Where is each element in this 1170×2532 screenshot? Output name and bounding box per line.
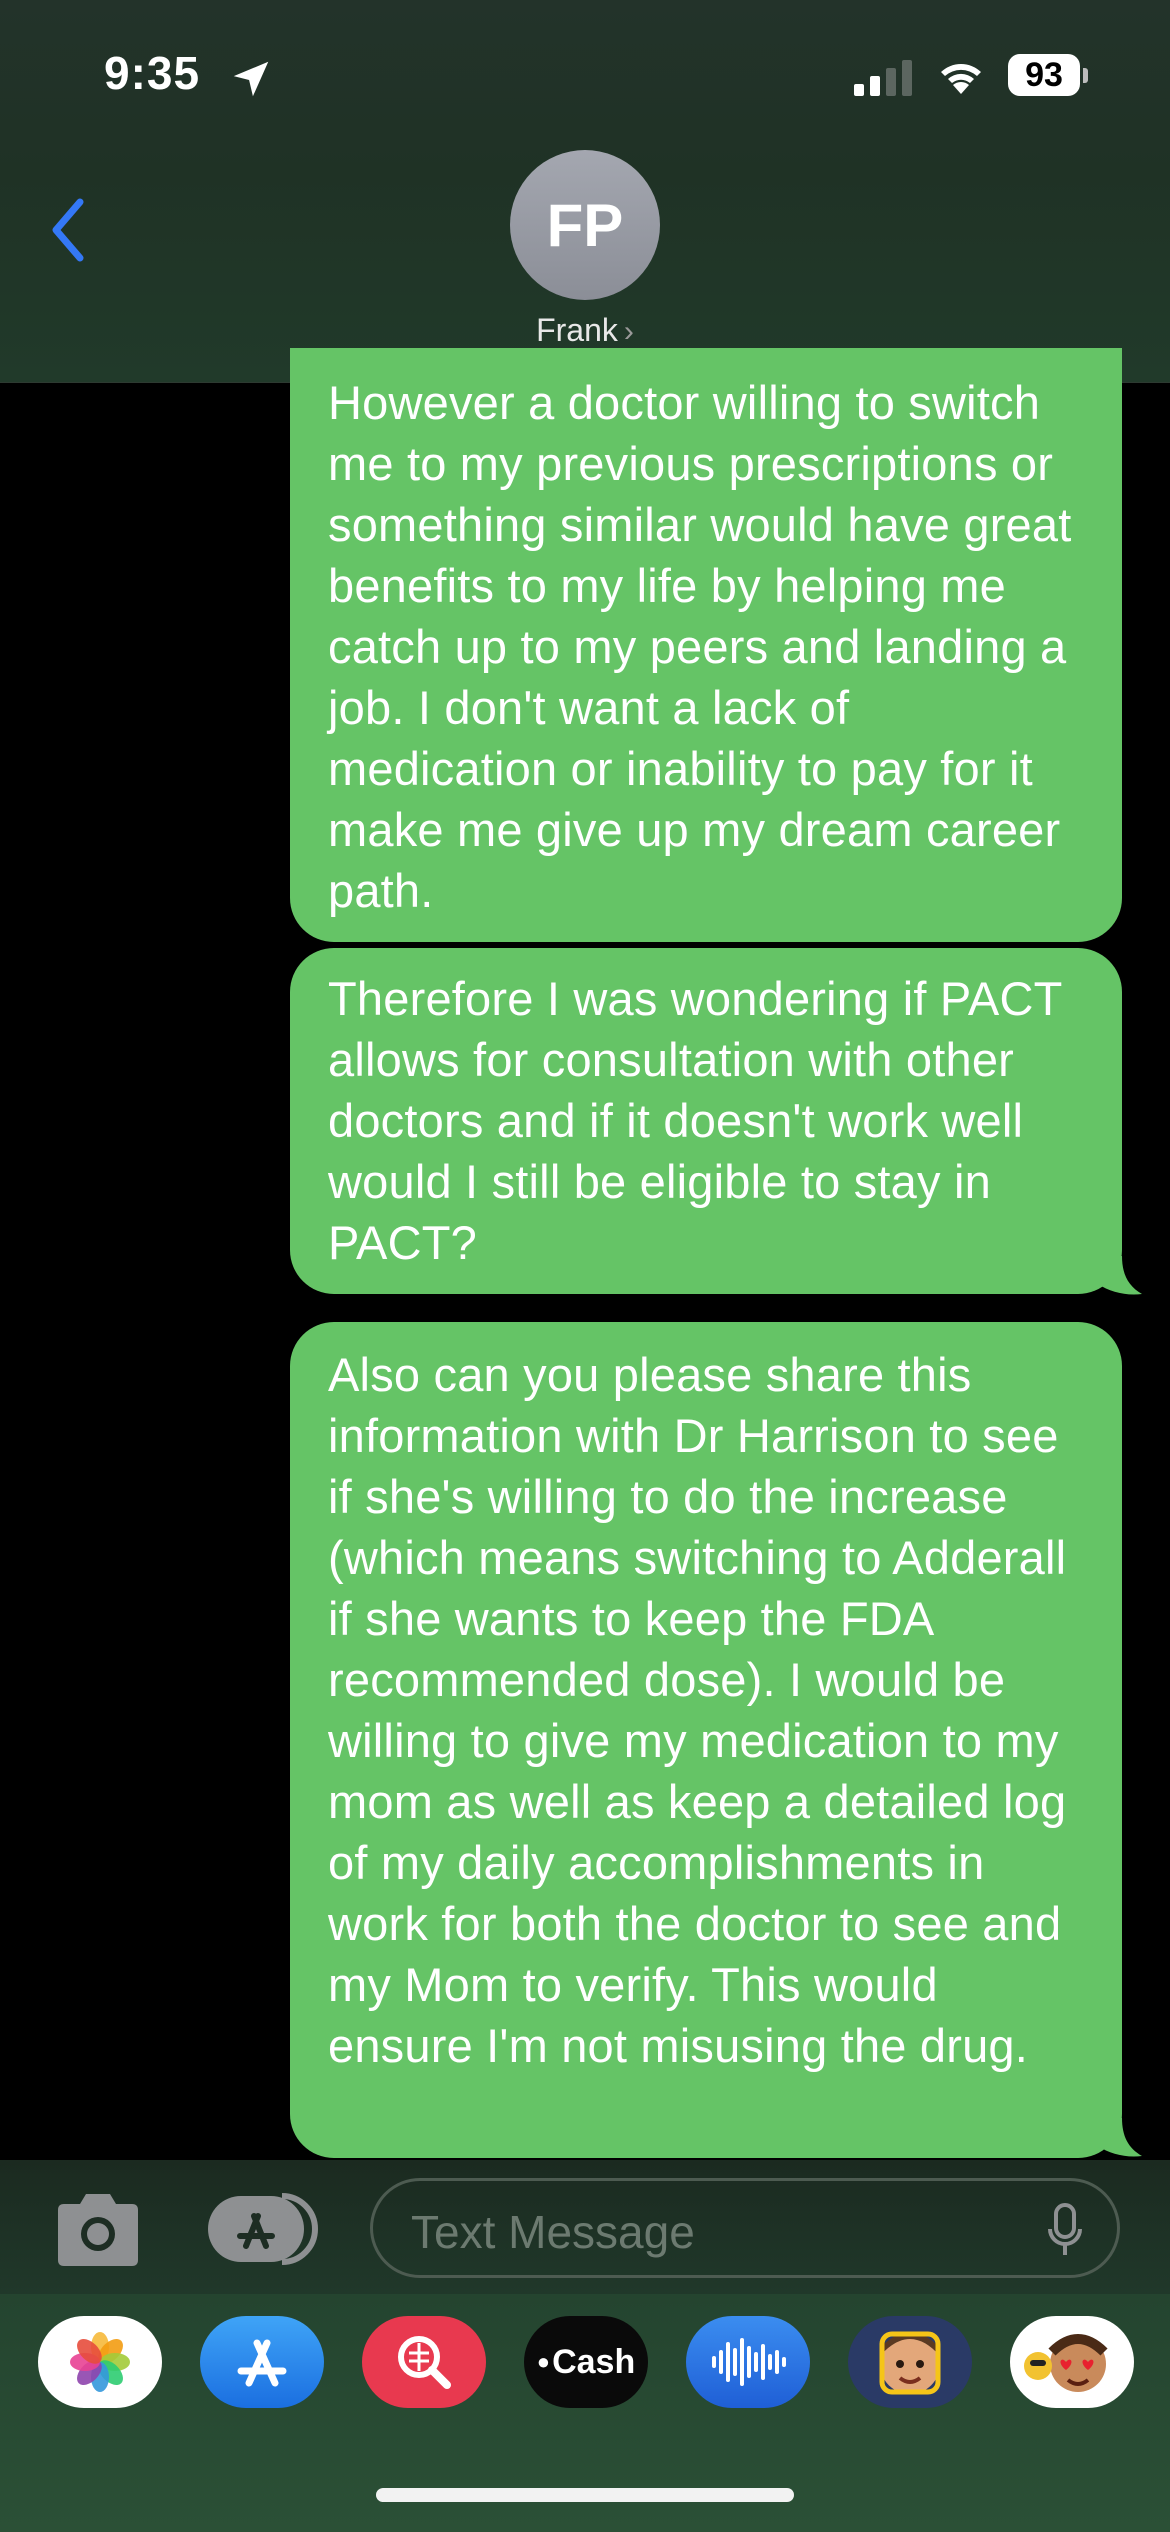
text-message-placeholder: Text Message [411, 2206, 695, 2258]
wifi-icon [941, 64, 981, 94]
contact-name: Frank [536, 312, 618, 348]
message-bubble-outgoing[interactable]: Therefore I was wondering if PACT allows… [290, 948, 1122, 1294]
image-search-icon[interactable] [362, 2316, 486, 2408]
battery-nub [1083, 68, 1088, 83]
animoji-stickers-icon[interactable] [1010, 2316, 1134, 2408]
photos-icon[interactable] [38, 2316, 162, 2408]
apple-cash-icon[interactable]: ● Cash [524, 2316, 648, 2408]
message-bubble-outgoing[interactable]: However a doctor willing to switch me to… [290, 348, 1122, 942]
bubble-tail [1098, 2118, 1142, 2157]
microphone-icon[interactable] [1047, 2203, 1083, 2259]
app-store-icon[interactable] [200, 2316, 324, 2408]
message-text: However a doctor willing to switch me to… [328, 376, 1072, 917]
camera-icon[interactable] [50, 2190, 146, 2268]
memoji-icon[interactable] [848, 2316, 972, 2408]
avatar-initials: FP [546, 191, 624, 259]
chevron-right-icon: › [623, 315, 634, 348]
audio-message-icon[interactable] [686, 2316, 810, 2408]
apple-logo-icon: ● [536, 2349, 551, 2374]
status-time: 9:35 [104, 47, 201, 99]
battery-indicator: 93 [1008, 54, 1080, 96]
message-text: Also can you please share this informati… [328, 1348, 1067, 2072]
text-message-input[interactable]: Text Message [370, 2178, 1120, 2278]
contact-name-button[interactable]: Frank › [0, 312, 1170, 349]
apple-cash-label: Cash [552, 2342, 636, 2381]
home-indicator[interactable] [376, 2488, 794, 2502]
bubble-tail [1098, 1256, 1142, 1295]
back-chevron-icon[interactable] [40, 190, 100, 270]
app-store-apps-icon[interactable] [206, 2190, 320, 2268]
cellular-signal-icon [854, 60, 912, 96]
message-bubble-outgoing[interactable]: Also can you please share this informati… [290, 1322, 1122, 2158]
message-text: Therefore I was wondering if PACT allows… [328, 972, 1062, 1269]
contact-avatar[interactable]: FP [510, 150, 660, 300]
location-arrow-icon [233, 61, 269, 97]
